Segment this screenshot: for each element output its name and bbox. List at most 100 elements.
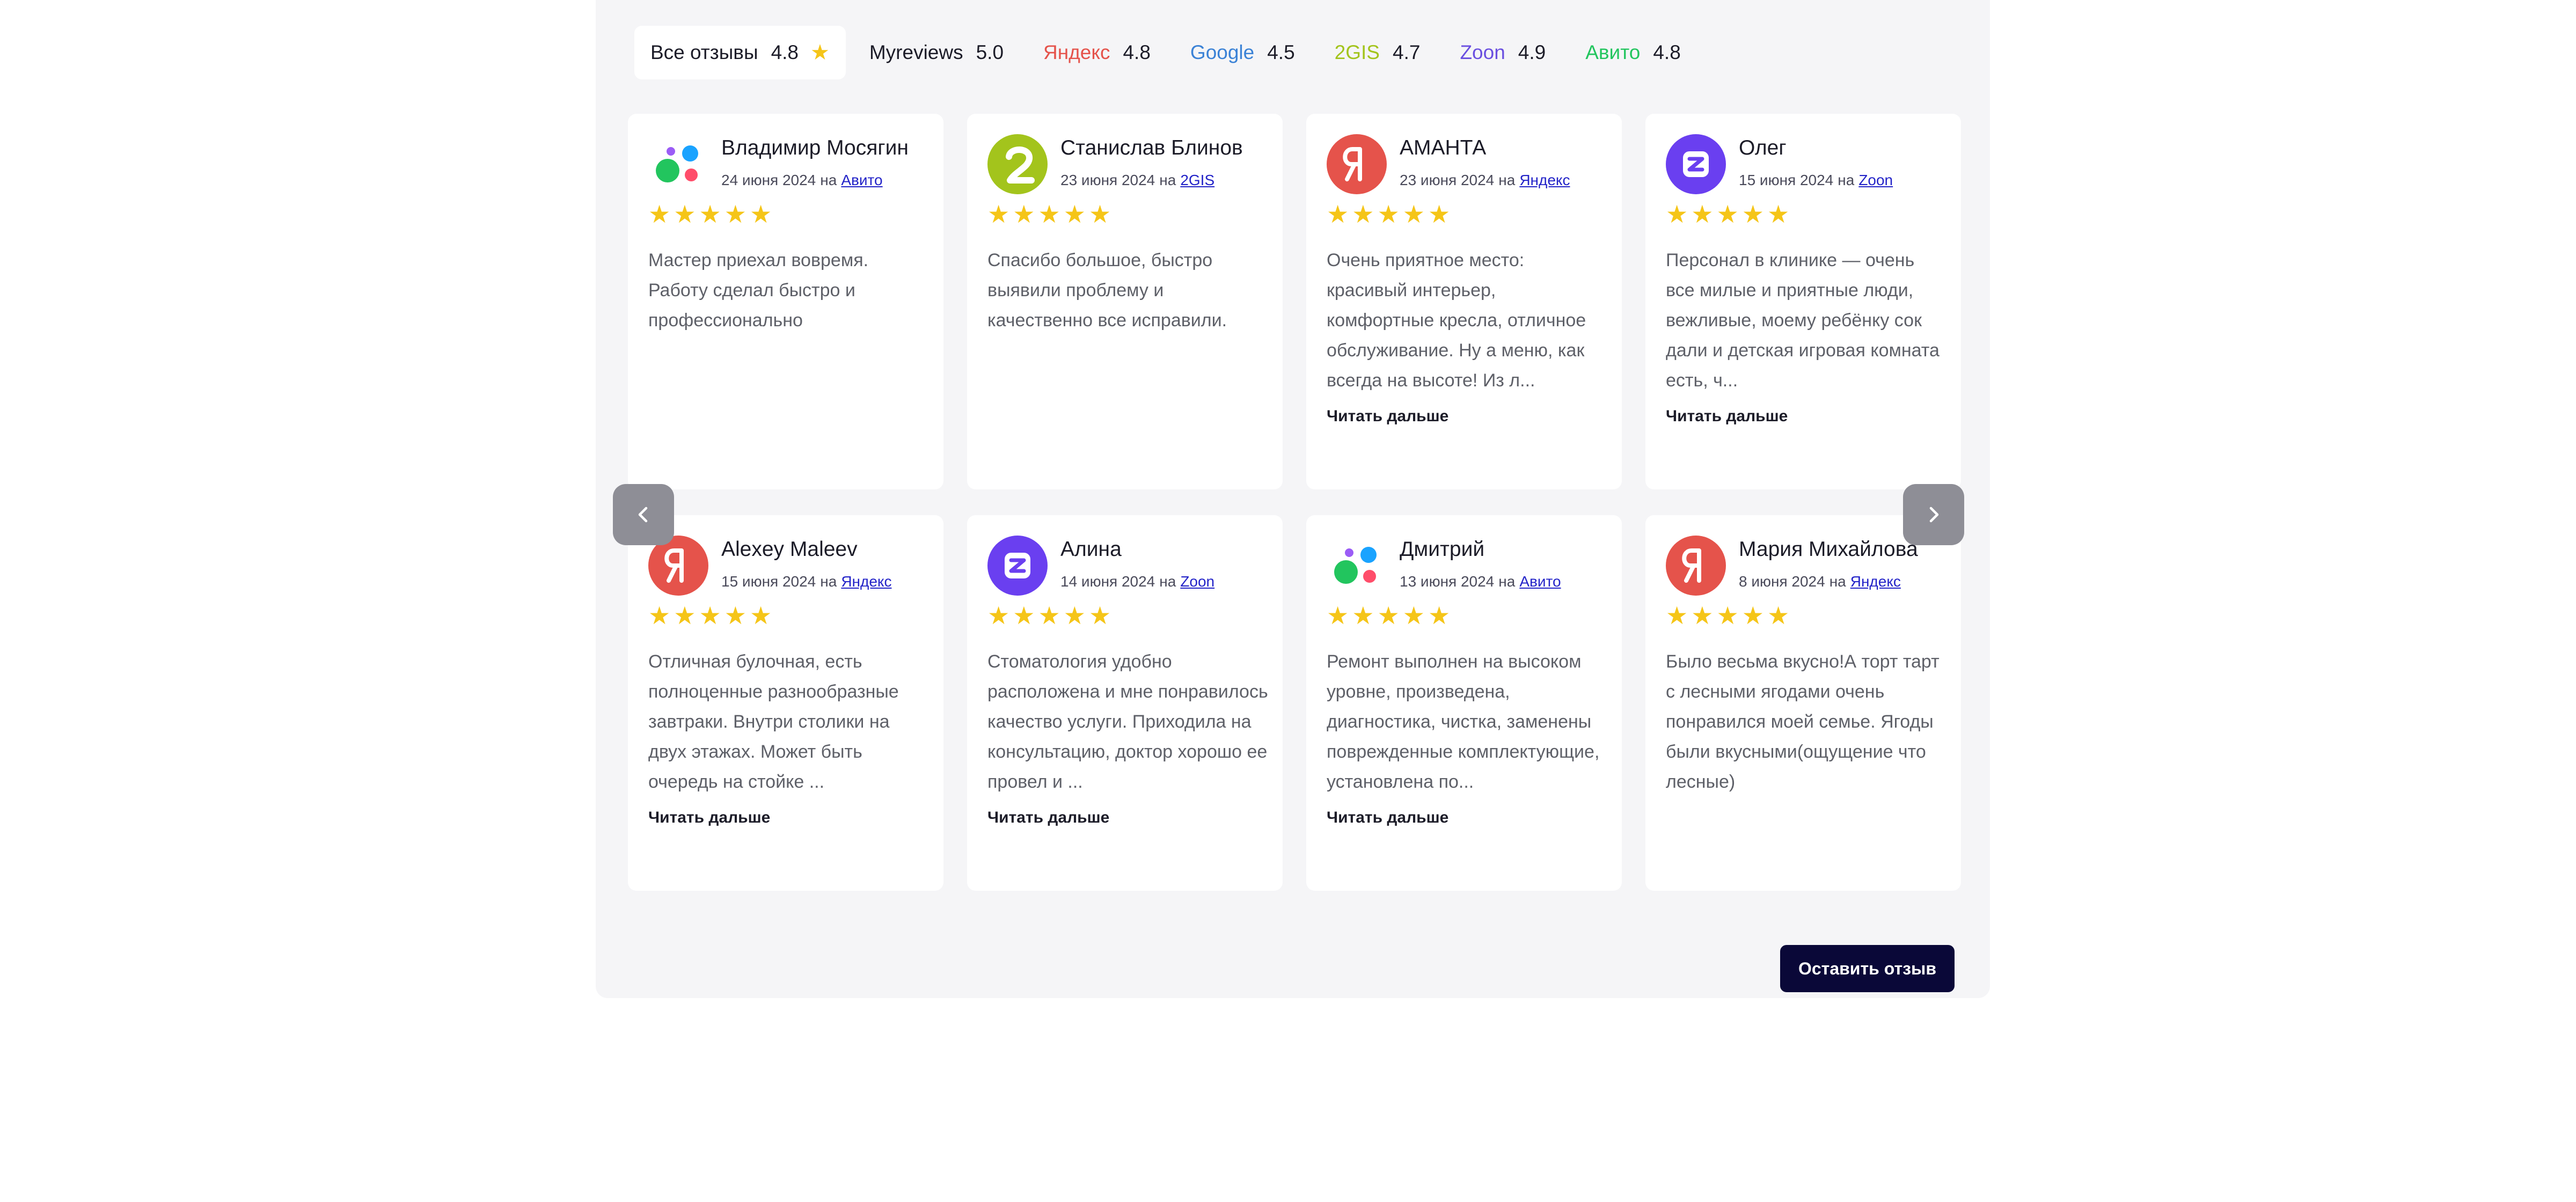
tab-5[interactable]: Zoon 4.9 [1444,26,1562,79]
review-card: Владимир Мосягин 24 июня 2024 на Авито ★★★★★… [628,114,943,489]
tab-name: Myreviews [869,41,963,63]
review-card: Алина 14 июня 2024 на Zoon ★★★★★ Стоматология… [967,515,1283,891]
review-source-link[interactable]: Яндекс [1850,573,1901,590]
review-source-link[interactable]: Zoon [1180,573,1214,590]
review-text: Было весьма вкусно!А торт тарт с лесными… [1666,651,1940,792]
next-button[interactable] [1903,484,1964,545]
tab-rating: 4.8 [1653,41,1681,63]
avatar [1327,536,1387,596]
tab-rating: 4.8 [771,41,799,63]
review-on: на [1498,172,1516,188]
review-author: Дмитрий [1400,538,1485,561]
read-more-link[interactable]: Читать дальше [1327,407,1448,426]
avatar [987,134,1048,194]
review-source-link[interactable]: Авито [841,172,882,188]
tab-3[interactable]: Google 4.5 [1174,26,1311,79]
review-meta: 15 июня 2024 на Яндекс [721,573,891,590]
review-meta: 15 июня 2024 на Zoon [1739,172,1893,189]
review-on: на [1159,573,1176,590]
review-text: Ремонт выполнен на высоком уровне, произ… [1327,651,1600,792]
review-card: Alexey Maleev 15 июня 2024 на Яндекс ★★★★★ От… [628,515,943,891]
review-meta: 14 июня 2024 на Zoon [1060,573,1214,590]
prev-button[interactable] [613,484,674,545]
review-text: Мастер приехал вовремя. Работу сделал бы… [648,250,869,331]
review-meta: 23 июня 2024 на 2GIS [1060,172,1214,189]
review-meta: 24 июня 2024 на Авито [721,172,883,189]
review-on: на [820,172,837,188]
review-text: Отличная булочная, есть полноценные разн… [648,651,899,792]
tab-rating: 5.0 [976,41,1004,63]
review-date: 8 июня 2024 [1739,573,1825,590]
read-more-link[interactable]: Читать дальше [987,809,1109,827]
review-date: 15 июня 2024 [1739,172,1834,188]
review-source-link[interactable]: Яндекс [1519,172,1570,188]
read-more-link[interactable]: Читать дальше [1666,407,1788,426]
review-date: 24 июня 2024 [721,172,816,188]
rating-stars: ★★★★★ [987,602,1115,629]
tab-name: Все отзывы [650,41,758,63]
review-card: Олег 15 июня 2024 на Zoon ★★★★★ Персонал в кл… [1645,114,1961,489]
zoon-logo-icon [1666,134,1726,194]
review-author: Владимир Мосягин [721,136,909,159]
review-date: 13 июня 2024 [1400,573,1495,590]
review-meta: 13 июня 2024 на Авито [1400,573,1561,590]
review-date: 23 июня 2024 [1060,172,1155,188]
tab-6[interactable]: Авито 4.8 [1569,26,1697,79]
yandex-logo-icon [1327,134,1387,194]
avatar [987,536,1048,596]
yandex-logo-icon [1666,536,1726,596]
review-on: на [820,573,837,590]
2gis-logo-icon [987,134,1048,194]
review-card: АМАНТА 23 июня 2024 на Яндекс ★★★★★ Очень при… [1306,114,1622,489]
tab-rating: 4.8 [1123,41,1151,63]
review-on: на [1838,172,1855,188]
rating-stars: ★★★★★ [1327,200,1454,228]
rating-stars: ★★★★★ [648,200,775,228]
rating-stars: ★★★★★ [648,602,775,629]
tab-4[interactable]: 2GIS 4.7 [1319,26,1437,79]
read-more-link[interactable]: Читать дальше [1327,809,1448,827]
review-author: Мария Михайлова [1739,538,1918,561]
review-author: Олег [1739,136,1787,159]
tab-name: Яндекс [1043,41,1110,63]
review-source-link[interactable]: 2GIS [1180,172,1214,188]
review-author: Станислав Блинов [1060,136,1243,159]
review-text: Персонал в клинике — очень все милые и п… [1666,250,1940,391]
avatar [1327,134,1387,194]
review-text: Очень приятное место: красивый интерьер,… [1327,250,1586,391]
review-date: 14 июня 2024 [1060,573,1155,590]
review-on: на [1829,573,1846,590]
review-date: 15 июня 2024 [721,573,816,590]
review-source-link[interactable]: Яндекс [841,573,891,590]
tab-rating: 4.7 [1393,41,1421,63]
review-author: АМАНТА [1400,136,1487,159]
tab-1[interactable]: Myreviews 5.0 [853,26,1020,79]
rating-stars: ★★★★★ [987,200,1115,228]
avatar [1666,536,1726,596]
review-on: на [1498,573,1516,590]
review-card: Дмитрий 13 июня 2024 на Авито ★★★★★ Ремонт вы… [1306,515,1622,891]
review-author: Алина [1060,538,1122,561]
star-icon: ★ [810,41,830,64]
review-meta: 23 июня 2024 на Яндекс [1400,172,1570,189]
read-more-link[interactable]: Читать дальше [648,809,770,827]
tab-0[interactable]: Все отзывы 4.8 ★ [634,26,846,79]
review-text: Спасибо большое, быстро выявили проблему… [987,250,1227,331]
tab-2[interactable]: Яндекс 4.8 [1027,26,1167,79]
review-meta: 8 июня 2024 на Яндекс [1739,573,1901,590]
tab-name: Zoon [1460,41,1505,63]
chevron-left-icon [638,507,648,523]
rating-stars: ★★★★★ [1327,602,1454,629]
avatar [648,134,708,194]
review-author: Alexey Maleev [721,538,858,561]
tab-name: 2GIS [1334,41,1380,63]
source-tabs: Все отзывы 4.8 ★ Myreviews 5.0 Яндекс 4.8 Googl… [634,26,1704,79]
review-date: 23 июня 2024 [1400,172,1495,188]
tab-rating: 4.9 [1518,41,1546,63]
rating-stars: ★★★★★ [1666,602,1793,629]
leave-review-button[interactable]: Оставить отзыв [1780,945,1955,992]
review-card: Мария Михайлова 8 июня 2024 на Яндекс ★★★★★ Б… [1645,515,1961,891]
tab-rating: 4.5 [1267,41,1295,63]
review-source-link[interactable]: Zoon [1858,172,1893,188]
review-source-link[interactable]: Авито [1519,573,1561,590]
